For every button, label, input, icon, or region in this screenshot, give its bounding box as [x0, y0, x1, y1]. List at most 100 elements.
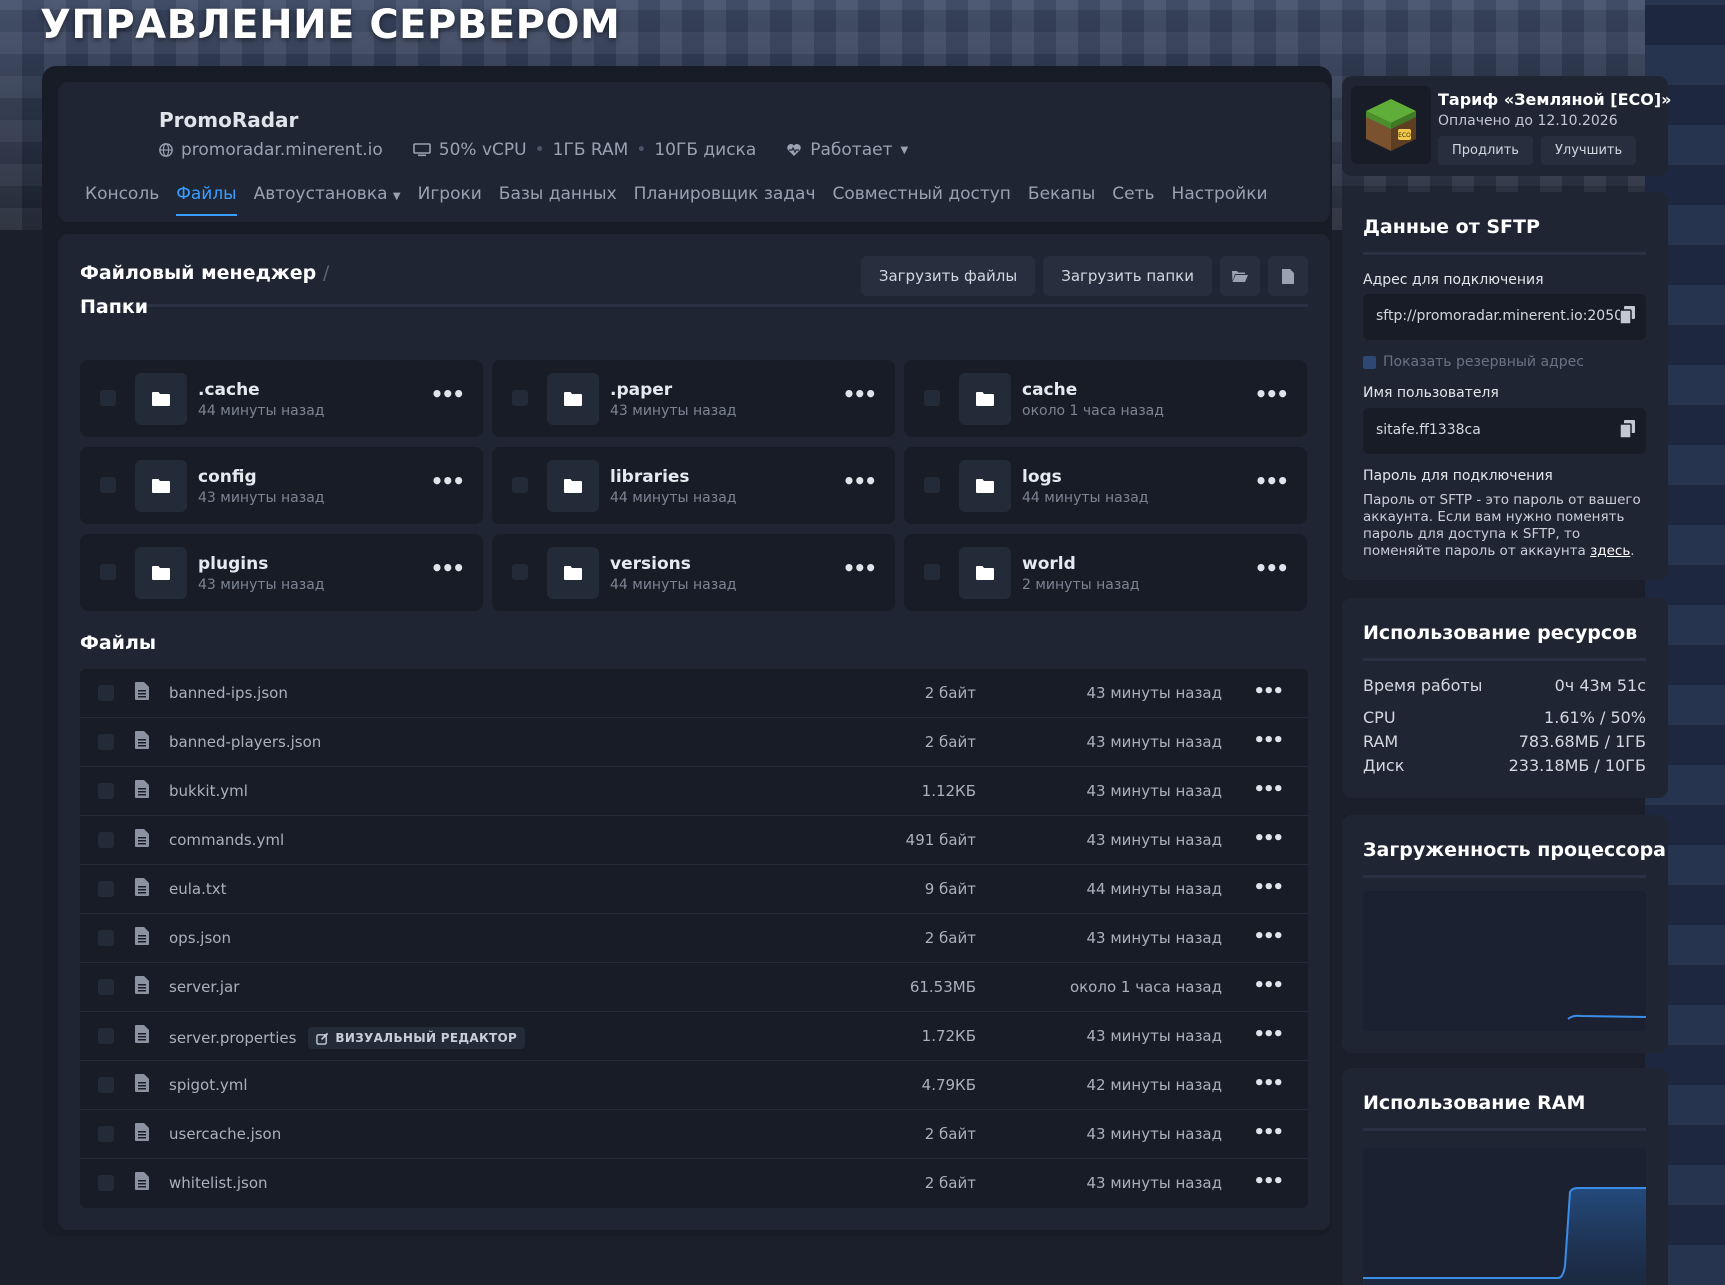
select-checkbox[interactable]	[100, 477, 116, 493]
folder-name[interactable]: versions	[610, 554, 691, 574]
copy-icon[interactable]	[1620, 420, 1636, 438]
folder-item[interactable]: versions 44 минуты назад •••	[492, 534, 895, 611]
tab-backups[interactable]: Бекапы	[1028, 184, 1095, 216]
path-separator[interactable]: /	[323, 262, 329, 284]
file-row[interactable]: spigot.yml 4.79КБ 42 минуты назад •••	[80, 1061, 1308, 1110]
folder-item[interactable]: cache около 1 часа назад •••	[904, 360, 1307, 437]
file-row[interactable]: bukkit.yml 1.12КБ 43 минуты назад •••	[80, 767, 1308, 816]
more-options-icon[interactable]: •••	[431, 471, 465, 491]
folder-item[interactable]: world 2 минуты назад •••	[904, 534, 1307, 611]
select-checkbox[interactable]	[98, 930, 114, 946]
tab-autoinstall[interactable]: Автоустановка ▼	[254, 184, 401, 216]
more-options-icon[interactable]: •••	[1253, 1073, 1283, 1094]
show-backup-address-toggle[interactable]: Показать резервный адрес	[1363, 354, 1584, 370]
new-file-button[interactable]	[1268, 256, 1308, 296]
select-checkbox[interactable]	[100, 390, 116, 406]
file-row[interactable]: usercache.json 2 байт 43 минуты назад •••	[80, 1110, 1308, 1159]
more-options-icon[interactable]: •••	[1253, 779, 1283, 800]
tab-console[interactable]: Консоль	[85, 184, 159, 216]
folder-item[interactable]: plugins 43 минуты назад •••	[80, 534, 483, 611]
file-name[interactable]: ops.json	[169, 929, 231, 947]
visual-editor-button[interactable]: ВИЗУАЛЬНЫЙ РЕДАКТОР	[308, 1027, 526, 1049]
folder-name[interactable]: .paper	[610, 380, 672, 400]
folder-item[interactable]: libraries 44 минуты назад •••	[492, 447, 895, 524]
folder-item[interactable]: .paper 43 минуты назад •••	[492, 360, 895, 437]
more-options-icon[interactable]: •••	[1253, 1024, 1283, 1045]
upload-folders-button[interactable]: Загрузить папки	[1043, 256, 1212, 296]
folder-item[interactable]: logs 44 минуты назад •••	[904, 447, 1307, 524]
more-options-icon[interactable]: •••	[1255, 471, 1289, 491]
tab-scheduler[interactable]: Планировщик задач	[634, 184, 816, 216]
copy-icon[interactable]	[1620, 306, 1636, 324]
file-row[interactable]: ops.json 2 байт 43 минуты назад •••	[80, 914, 1308, 963]
more-options-icon[interactable]: •••	[1253, 926, 1283, 947]
more-options-icon[interactable]: •••	[1253, 681, 1283, 702]
more-options-icon[interactable]: •••	[431, 384, 465, 404]
file-name[interactable]: spigot.yml	[169, 1076, 248, 1094]
more-options-icon[interactable]: •••	[431, 558, 465, 578]
renew-button[interactable]: Продлить	[1438, 136, 1533, 165]
file-row[interactable]: banned-players.json 2 байт 43 минуты назад…	[80, 718, 1308, 767]
sftp-username-field[interactable]: sitafe.ff1338ca	[1363, 408, 1646, 454]
upload-files-button[interactable]: Загрузить файлы	[860, 256, 1036, 296]
select-checkbox[interactable]	[98, 979, 114, 995]
change-password-link[interactable]: здесь	[1590, 543, 1630, 559]
folder-name[interactable]: world	[1022, 554, 1076, 574]
file-row[interactable]: server.properties ВИЗУАЛЬНЫЙ РЕДАКТОР 1.72…	[80, 1012, 1308, 1061]
more-options-icon[interactable]: •••	[1253, 828, 1283, 849]
tab-files[interactable]: Файлы	[176, 184, 237, 216]
select-checkbox[interactable]	[98, 1077, 114, 1093]
more-options-icon[interactable]: •••	[1253, 975, 1283, 996]
new-folder-button[interactable]	[1220, 256, 1260, 296]
folder-name[interactable]: .cache	[198, 380, 260, 400]
select-checkbox[interactable]	[924, 477, 940, 493]
select-checkbox[interactable]	[512, 477, 528, 493]
more-options-icon[interactable]: •••	[843, 558, 877, 578]
file-name[interactable]: server.jar	[169, 978, 239, 996]
file-name[interactable]: usercache.json	[169, 1125, 281, 1143]
tab-databases[interactable]: Базы данных	[499, 184, 617, 216]
file-name[interactable]: commands.yml	[169, 831, 284, 849]
more-options-icon[interactable]: •••	[1255, 558, 1289, 578]
more-options-icon[interactable]: •••	[1253, 1171, 1283, 1192]
file-row[interactable]: eula.txt 9 байт 44 минуты назад •••	[80, 865, 1308, 914]
tab-players[interactable]: Игроки	[418, 184, 482, 216]
server-status[interactable]: Работает	[810, 140, 892, 160]
more-options-icon[interactable]: •••	[843, 471, 877, 491]
file-name[interactable]: bukkit.yml	[169, 782, 248, 800]
file-row[interactable]: banned-ips.json 2 байт 43 минуты назад •••	[80, 669, 1308, 718]
select-checkbox[interactable]	[512, 564, 528, 580]
file-row[interactable]: server.jar 61.53МБ около 1 часа назад •••	[80, 963, 1308, 1012]
more-options-icon[interactable]: •••	[1255, 384, 1289, 404]
folder-name[interactable]: cache	[1022, 380, 1077, 400]
select-checkbox[interactable]	[98, 783, 114, 799]
select-checkbox[interactable]	[924, 564, 940, 580]
file-name[interactable]: whitelist.json	[169, 1174, 268, 1192]
more-options-icon[interactable]: •••	[1253, 877, 1283, 898]
more-options-icon[interactable]: •••	[1253, 1122, 1283, 1143]
folder-name[interactable]: logs	[1022, 467, 1062, 487]
select-checkbox[interactable]	[98, 734, 114, 750]
select-checkbox[interactable]	[100, 564, 116, 580]
select-checkbox[interactable]	[98, 1175, 114, 1191]
folder-name[interactable]: plugins	[198, 554, 268, 574]
tab-shared-access[interactable]: Совместный доступ	[833, 184, 1011, 216]
tab-settings[interactable]: Настройки	[1172, 184, 1268, 216]
file-name[interactable]: banned-players.json	[169, 733, 321, 751]
folder-item[interactable]: .cache 44 минуты назад •••	[80, 360, 483, 437]
select-checkbox[interactable]	[98, 881, 114, 897]
chevron-down-icon[interactable]: ▼	[901, 145, 909, 156]
more-options-icon[interactable]: •••	[843, 384, 877, 404]
select-checkbox[interactable]	[98, 1028, 114, 1044]
tab-network[interactable]: Сеть	[1112, 184, 1154, 216]
file-name[interactable]: banned-ips.json	[169, 684, 288, 702]
select-checkbox[interactable]	[98, 685, 114, 701]
file-name[interactable]: server.properties	[169, 1029, 296, 1047]
sftp-address-field[interactable]: sftp://promoradar.minerent.io:2050	[1363, 294, 1646, 340]
select-checkbox[interactable]	[98, 832, 114, 848]
select-checkbox[interactable]	[924, 390, 940, 406]
select-checkbox[interactable]	[512, 390, 528, 406]
folder-item[interactable]: config 43 минуты назад •••	[80, 447, 483, 524]
file-row[interactable]: commands.yml 491 байт 43 минуты назад •••	[80, 816, 1308, 865]
more-options-icon[interactable]: •••	[1253, 730, 1283, 751]
